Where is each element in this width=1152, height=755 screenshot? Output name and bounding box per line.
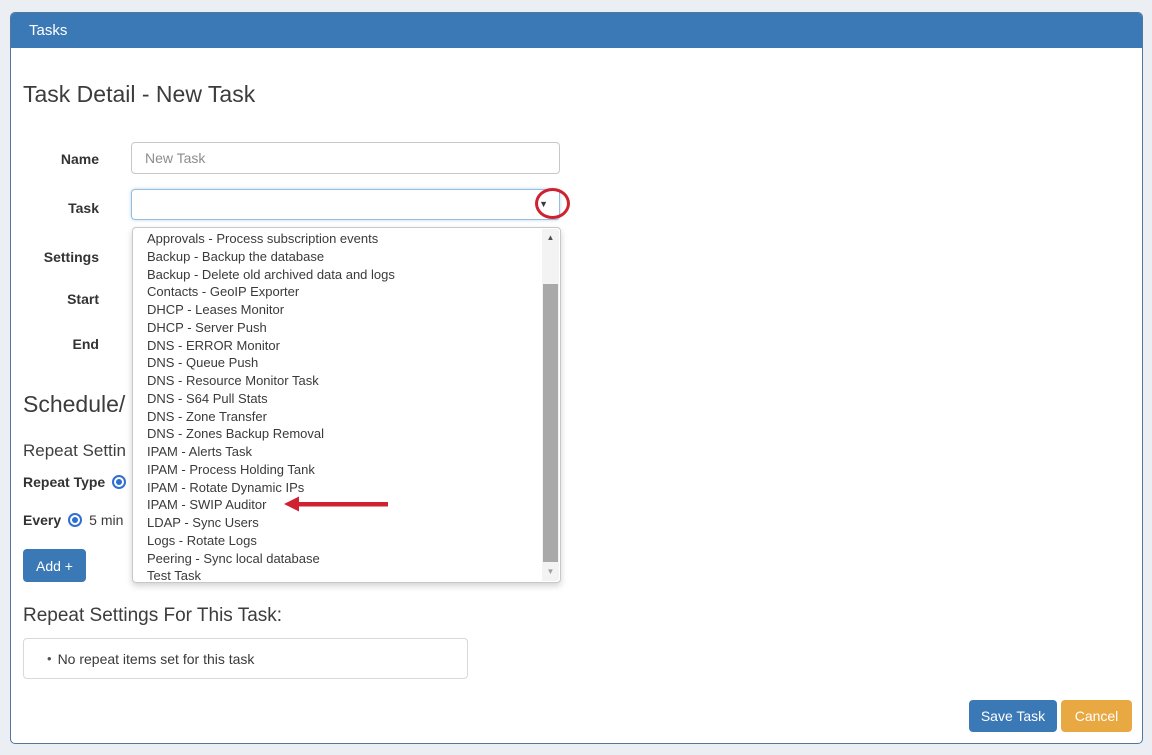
every-label: Every: [23, 512, 61, 528]
page-title: Task Detail - New Task: [23, 81, 255, 108]
dropdown-option[interactable]: LDAP - Sync Users: [133, 514, 538, 532]
repeat-type-label: Repeat Type: [23, 474, 105, 490]
start-label: Start: [11, 291, 99, 307]
every-5min-radio[interactable]: [68, 513, 82, 527]
task-label: Task: [11, 200, 99, 216]
dropdown-scrollbar[interactable]: ▲ ▼: [542, 229, 559, 581]
dropdown-option[interactable]: DHCP - Leases Monitor: [133, 301, 538, 319]
task-select[interactable]: ▼: [131, 189, 560, 220]
dropdown-option[interactable]: Peering - Sync local database: [133, 550, 538, 568]
settings-label: Settings: [11, 249, 99, 265]
repeat-type-row: Repeat Type: [23, 474, 126, 490]
annotation-circle: [535, 188, 570, 219]
scroll-up-icon[interactable]: ▲: [542, 229, 559, 247]
dropdown-option[interactable]: Approvals - Process subscription events: [133, 230, 538, 248]
save-task-button[interactable]: Save Task: [969, 700, 1057, 732]
name-label: Name: [11, 151, 99, 167]
dropdown-option[interactable]: DNS - Queue Push: [133, 354, 538, 372]
dropdown-option[interactable]: IPAM - Rotate Dynamic IPs: [133, 479, 538, 497]
dropdown-option[interactable]: DNS - Resource Monitor Task: [133, 372, 538, 390]
dropdown-option[interactable]: Backup - Delete old archived data and lo…: [133, 266, 538, 284]
dropdown-option[interactable]: DNS - Zone Transfer: [133, 408, 538, 426]
task-dropdown-list: Approvals - Process subscription events …: [132, 227, 561, 583]
panel-title: Tasks: [11, 13, 1142, 48]
dropdown-option[interactable]: Test Task: [133, 567, 538, 585]
annotation-arrow: [282, 495, 390, 513]
end-label: End: [11, 336, 99, 352]
add-button[interactable]: Add +: [23, 549, 86, 582]
name-input[interactable]: [131, 142, 560, 174]
every-value: 5 min: [89, 512, 123, 528]
dropdown-option[interactable]: Backup - Backup the database: [133, 248, 538, 266]
dropdown-option[interactable]: Logs - Rotate Logs: [133, 532, 538, 550]
repeat-type-radio[interactable]: [112, 475, 126, 489]
every-row: Every 5 min: [23, 512, 123, 528]
dropdown-option[interactable]: DNS - S64 Pull Stats: [133, 390, 538, 408]
dropdown-option[interactable]: IPAM - Process Holding Tank: [133, 461, 538, 479]
empty-message: No repeat items set for this task: [58, 651, 255, 667]
tasks-panel: Tasks Task Detail - New Task Name Task ▼…: [10, 12, 1143, 744]
scrollbar-thumb[interactable]: [543, 284, 558, 562]
dropdown-option[interactable]: Contacts - GeoIP Exporter: [133, 283, 538, 301]
dropdown-option[interactable]: DNS - Zones Backup Removal: [133, 425, 538, 443]
dropdown-option[interactable]: DNS - ERROR Monitor: [133, 337, 538, 355]
repeat-items-box: • No repeat items set for this task: [23, 638, 468, 679]
dropdown-option[interactable]: DHCP - Server Push: [133, 319, 538, 337]
dropdown-option[interactable]: IPAM - Alerts Task: [133, 443, 538, 461]
schedule-heading: Schedule/: [23, 391, 125, 418]
repeat-summary-heading: Repeat Settings For This Task:: [23, 605, 282, 627]
scroll-down-icon[interactable]: ▼: [542, 563, 559, 581]
repeat-settings-subheading: Repeat Settin: [23, 441, 126, 461]
bullet-icon: •: [47, 651, 52, 666]
cancel-button[interactable]: Cancel: [1061, 700, 1132, 732]
